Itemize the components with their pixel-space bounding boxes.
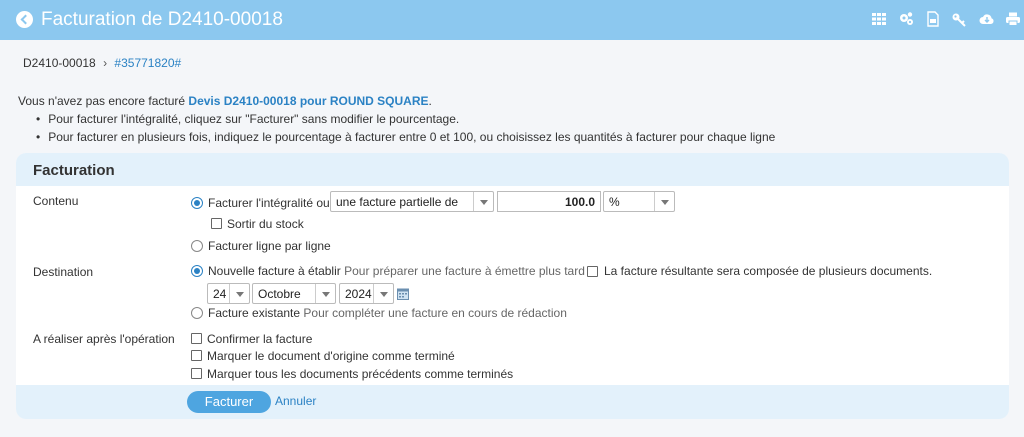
existing-invoice-option: Facture existante Pour compléter une fac… [208,306,567,320]
key-icon[interactable] [951,11,967,27]
existing-invoice-hint: Pour compléter une facture en cours de r… [303,306,567,320]
stock-label: Sortir du stock [227,217,304,231]
invoice-panel: Facturation Contenu Facturer l'intégrali… [16,153,1009,419]
chevron-down-icon [315,284,335,303]
day-select[interactable]: 24 [207,283,250,304]
stock-checkbox[interactable] [211,218,222,229]
after-operation-label: A réaliser après l'opération [33,332,175,346]
notice-document-link[interactable]: Devis D2410-00018 pour ROUND SQUARE [188,94,428,108]
radio-new-invoice[interactable] [191,265,203,277]
radio-full-invoice[interactable] [191,197,203,209]
breadcrumb-separator: › [103,56,108,70]
new-invoice-label: Nouvelle facture à établir [208,264,341,278]
mark-all-done-checkbox[interactable] [191,368,202,379]
contenu-label: Contenu [33,194,79,208]
partial-select-value: une facture partielle de [336,195,459,209]
line-by-line-label: Facturer ligne par ligne [208,239,331,253]
unit-select-value: % [609,195,620,209]
chevron-down-icon [473,192,493,211]
confirm-invoice-checkbox[interactable] [191,333,202,344]
back-icon[interactable] [16,11,33,28]
breadcrumb-ref[interactable]: D2410-00018 [23,56,96,70]
confirm-invoice-label: Confirmer la facture [207,332,313,346]
multi-docs-checkbox[interactable] [587,266,598,277]
multi-docs-label: La facture résultante sera composée de p… [604,264,933,278]
radio-existing-invoice[interactable] [191,307,203,319]
full-invoice-label: Facturer l'intégralité ou [208,196,330,210]
chevron-down-icon [229,284,249,303]
day-value: 24 [213,287,227,301]
notice-intro: Vous n'avez pas encore facturé [18,94,186,108]
year-value: 2024 [345,287,372,301]
page-title: Facturation de D2410-00018 [41,9,283,30]
destination-label: Destination [33,265,94,279]
new-invoice-option: Nouvelle facture à établir Pour préparer… [208,264,585,278]
existing-invoice-label: Facture existante [208,306,301,320]
unit-select[interactable]: % [603,191,675,212]
month-select[interactable]: Octobre [252,283,336,304]
percent-input[interactable]: 100.0 [497,191,601,212]
month-value: Octobre [258,287,301,301]
notice-bullet: Pour facturer l'intégralité, cliquez sur… [36,110,775,128]
invoice-submit-button[interactable]: Facturer [187,391,271,413]
cancel-link[interactable]: Annuler [275,394,316,408]
breadcrumb: D2410-00018 › #35771820# [23,56,181,70]
grid-icon[interactable] [871,11,887,27]
panel-footer [16,385,1009,419]
mark-origin-done-checkbox[interactable] [191,350,202,361]
chevron-down-icon [373,284,393,303]
notice-bullet: Pour facturer en plusieurs fois, indique… [36,128,775,146]
year-select[interactable]: 2024 [339,283,394,304]
download-icon[interactable] [979,11,995,27]
pdf-icon[interactable] [925,11,941,27]
new-invoice-hint: Pour préparer une facture à émettre plus… [344,264,585,278]
settings-icon[interactable] [898,11,914,27]
panel-title: Facturation [16,153,1009,186]
chevron-down-icon [654,192,674,211]
radio-line-by-line[interactable] [191,240,203,252]
mark-all-done-label: Marquer tous les documents précédents co… [207,367,514,381]
partial-invoice-select[interactable]: une facture partielle de [330,191,494,212]
top-bar: Facturation de D2410-00018 [0,0,1024,40]
calendar-icon[interactable] [397,288,409,300]
info-notice: Vous n'avez pas encore facturé Devis D24… [18,92,775,146]
mark-origin-done-label: Marquer le document d'origine comme term… [207,349,455,363]
breadcrumb-link[interactable]: #35771820# [114,56,181,70]
print-icon[interactable] [1005,11,1021,27]
notice-intro-end: . [428,94,432,108]
